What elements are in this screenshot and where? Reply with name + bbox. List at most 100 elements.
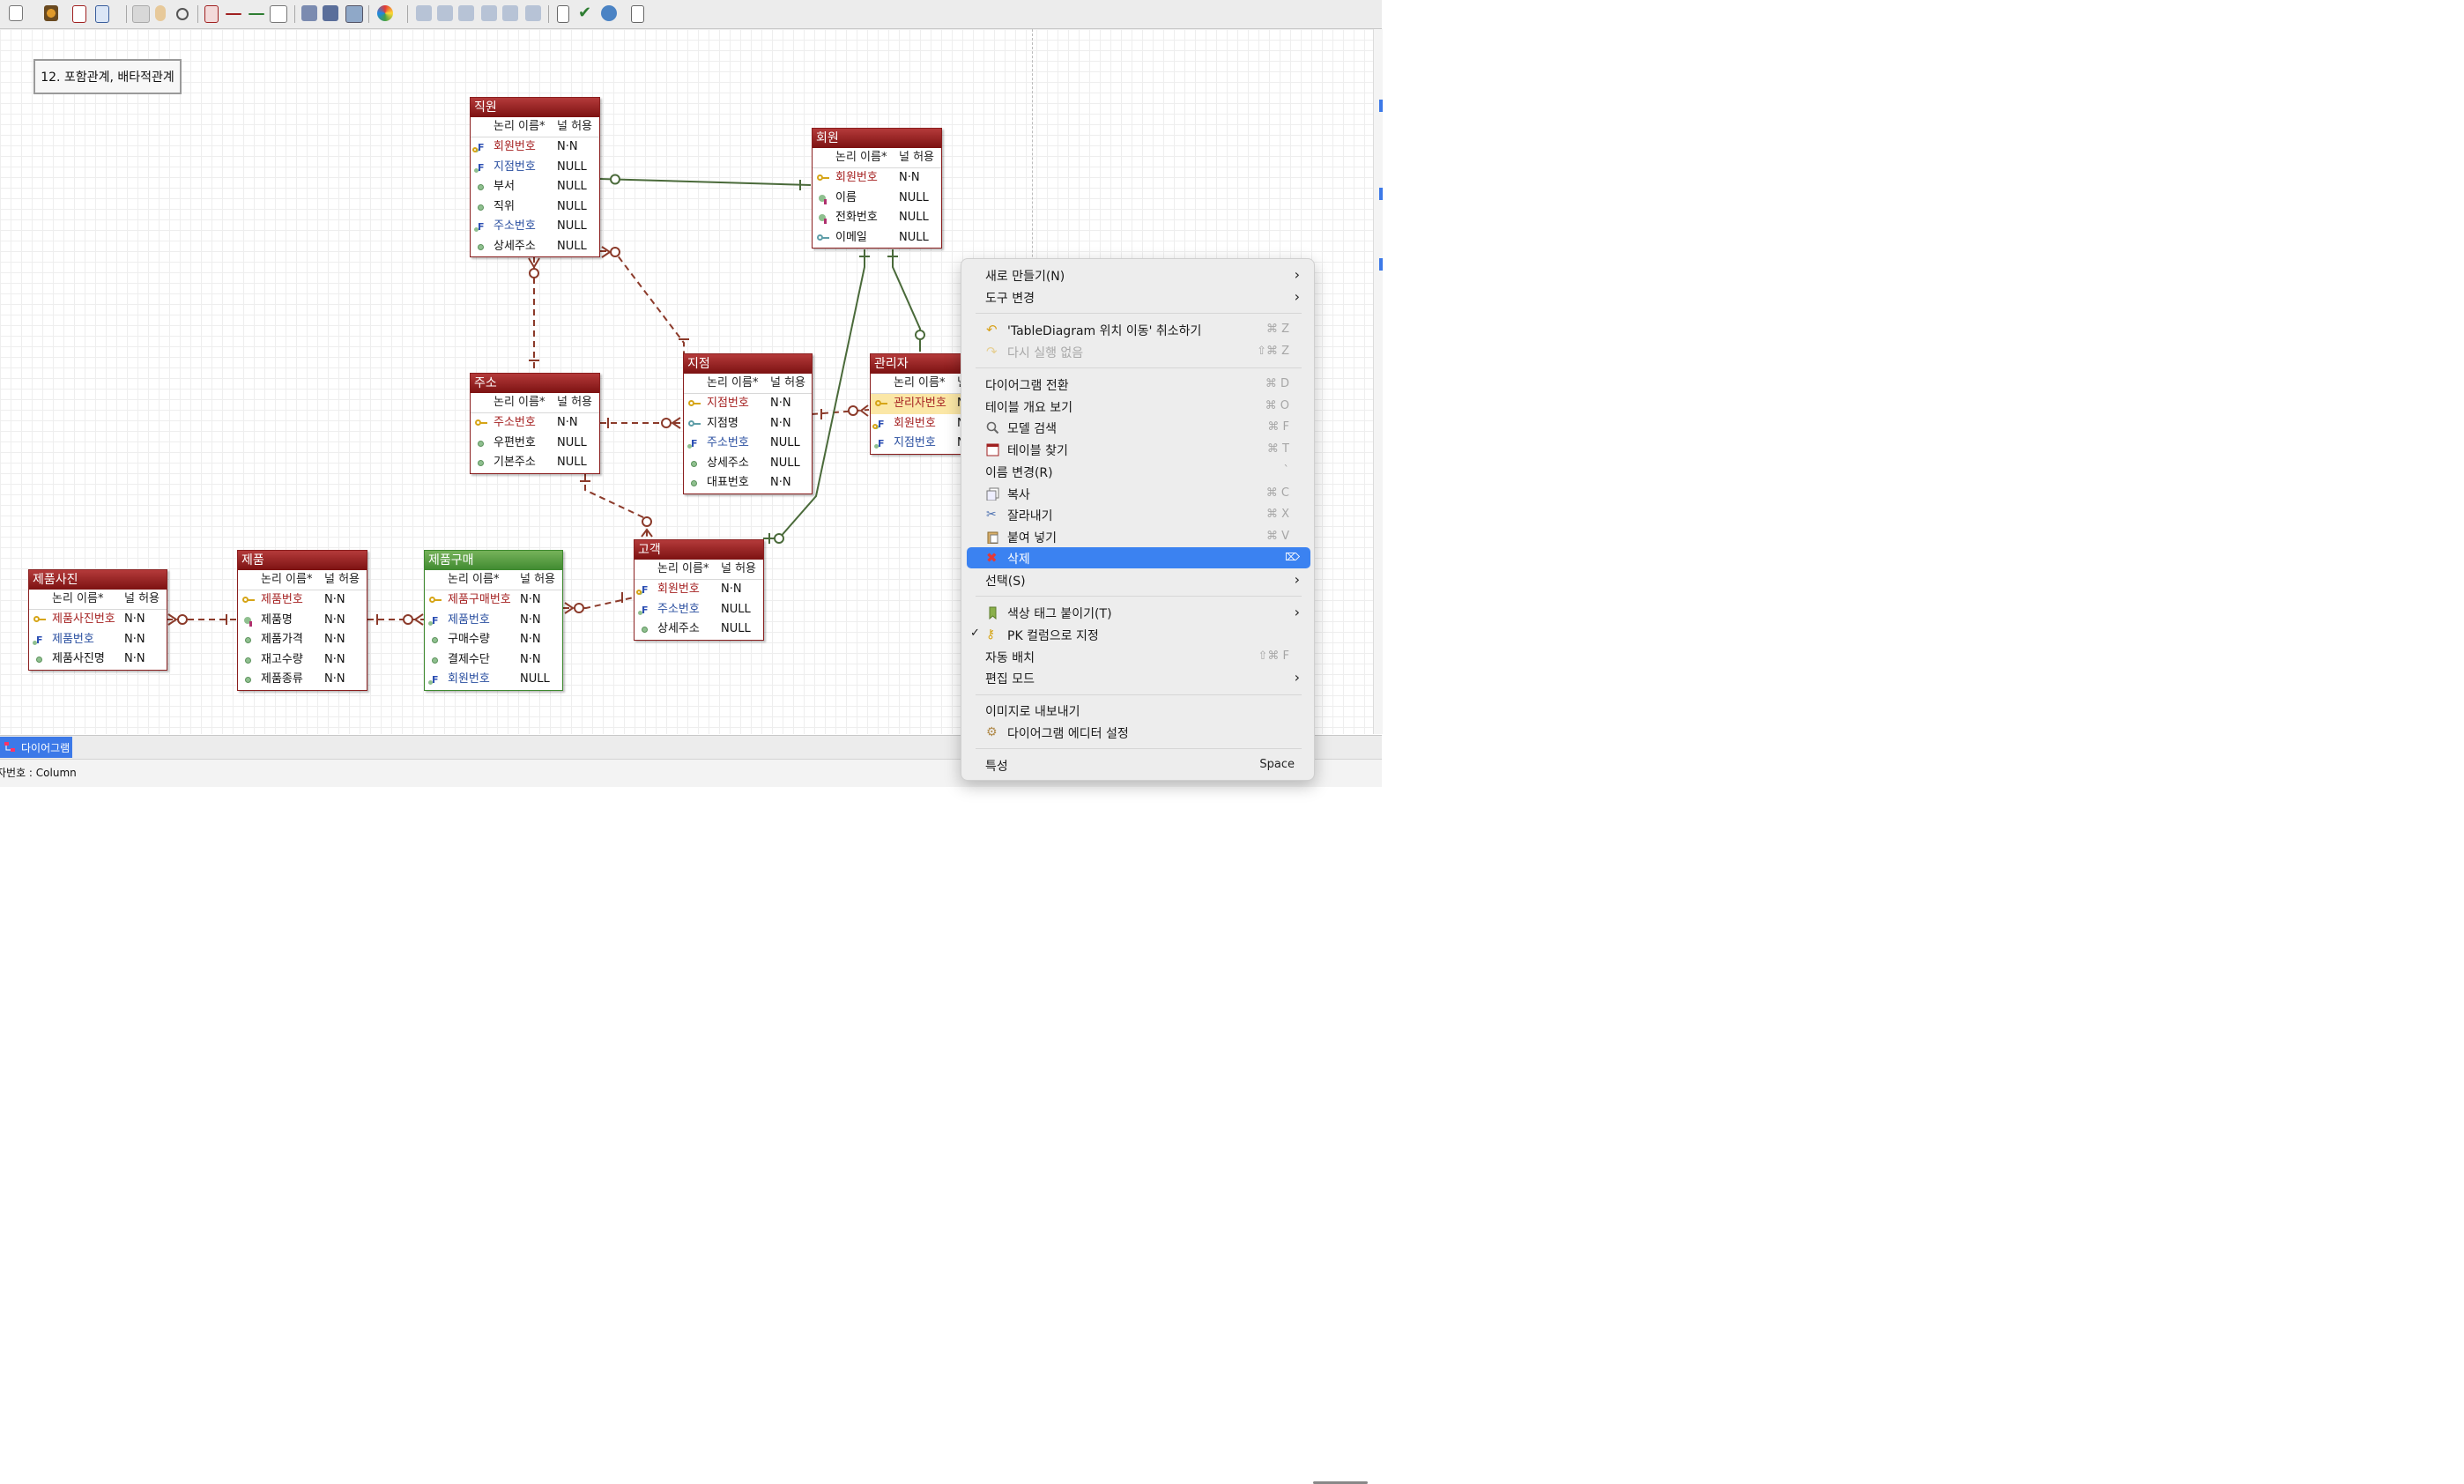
align-center-icon[interactable] — [437, 5, 453, 21]
column-row[interactable]: F 주소번호 NULL — [635, 600, 763, 620]
export-icon[interactable] — [301, 5, 317, 21]
entity-product[interactable]: 제품 논리 이름* 널 허용 제품번호 N·N 제품명 N·N 제품가격 N·N 재고수… — [237, 550, 367, 691]
comment-icon[interactable] — [270, 5, 287, 23]
column-row[interactable]: 상세주소 NULL — [471, 237, 599, 257]
column-row[interactable]: 재고수량 N·N — [238, 650, 367, 671]
column-row[interactable]: 부서 NULL — [471, 177, 599, 197]
column-row[interactable]: F 회원번호 N·N — [471, 137, 599, 158]
align-right-icon[interactable] — [458, 5, 474, 21]
menu-item-change-tool[interactable]: 도구 변경 › — [967, 286, 1310, 308]
rel-employee-branch — [600, 250, 685, 353]
column-row[interactable]: 지점번호 N·N — [684, 394, 812, 414]
column-row[interactable]: 결제수단 N·N — [425, 650, 562, 671]
menu-item-switch-diagram[interactable]: 다이어그램 전환 ⌘ D — [967, 374, 1310, 395]
menu-item-properties[interactable]: 특성 Space — [967, 754, 1310, 775]
entity-member[interactable]: 회원 논리 이름* 널 허용 회원번호 N·N 이름 NULL 전화번호 NULL 이메… — [812, 128, 942, 249]
menu-item-select[interactable]: 선택(S) › — [967, 569, 1310, 590]
column-row[interactable]: F 주소번호 NULL — [684, 434, 812, 454]
menu-item-undo[interactable]: ↶ 'TableDiagram 위치 이동' 취소하기 ⌘ Z — [967, 319, 1310, 340]
align-top-icon[interactable] — [481, 5, 497, 21]
relation-line-icon[interactable] — [226, 13, 241, 15]
column-row[interactable]: 제품구매번호 N·N — [425, 590, 562, 611]
column-row[interactable]: 회원번호 N·N — [813, 168, 941, 189]
zoom-icon[interactable] — [176, 8, 189, 20]
menu-item-rename[interactable]: 이름 변경(R) ` — [967, 461, 1310, 482]
menu-item-delete[interactable]: ✖ 삭제 ⌦ — [967, 547, 1310, 568]
document-icon[interactable] — [557, 5, 569, 23]
column-icon — [691, 460, 697, 467]
column-row[interactable]: F 지점번호 NULL — [471, 158, 599, 178]
column-row[interactable]: 제품가격 N·N — [238, 630, 367, 650]
menu-item-model-search[interactable]: 모델 검색 ⌘ F — [967, 417, 1310, 438]
fk-icon: F — [874, 439, 888, 449]
tab-diagram[interactable]: 다이어그램 — [0, 737, 72, 758]
entity-branch[interactable]: 지점 논리 이름* 널 허용 지점번호 N·N 지점명 N·N F 주소번호 NULL 상… — [683, 353, 813, 494]
menu-item-auto-layout[interactable]: 자동 배치 ⇧⌘ F — [967, 646, 1310, 667]
menu-item-color-tag[interactable]: 색상 태그 붙이기(T) › — [967, 602, 1310, 623]
menu-item-redo: ↷ 다시 실행 없음 ⇧⌘ Z — [986, 344, 1289, 360]
hand-icon[interactable] — [155, 5, 166, 21]
menu-item-new[interactable]: 새로 만들기(N) › — [967, 264, 1310, 286]
vertical-scrollbar[interactable] — [1373, 29, 1383, 734]
relation-arrow-icon[interactable] — [249, 13, 264, 15]
table-icon[interactable] — [72, 5, 86, 23]
column-row[interactable]: F 주소번호 NULL — [471, 217, 599, 237]
column-row[interactable]: 기본주소 NULL — [471, 453, 599, 473]
column-row[interactable]: 제품사진명 N·N — [29, 649, 167, 670]
column-row[interactable]: 대표번호 N·N — [684, 473, 812, 493]
column-row[interactable]: 이름 NULL — [813, 189, 941, 209]
alternate-key-icon — [688, 419, 701, 427]
settings-icon[interactable] — [631, 5, 644, 23]
align-bottom-icon[interactable] — [525, 5, 541, 21]
column-row[interactable]: 전화번호 NULL — [813, 208, 941, 228]
align-left-icon[interactable] — [416, 5, 432, 21]
new-table-icon[interactable] — [204, 5, 219, 23]
column-row[interactable]: 상세주소 NULL — [684, 454, 812, 474]
fk-icon: F — [687, 439, 701, 449]
entity-product-purchase[interactable]: 제품구매 논리 이름* 널 허용 제품구매번호 N·N F 제품번호 N·N 구매수량 N… — [424, 550, 563, 691]
entity-product-photo[interactable]: 제품사진 논리 이름* 널 허용 제품사진번호 N·N F 제품번호 N·N 제품사진명… — [28, 569, 167, 671]
column-row[interactable]: 구매수량 N·N — [425, 630, 562, 650]
rel-photo-product-opt — [177, 614, 188, 625]
entity-employee[interactable]: 직원 논리 이름* 널 허용 F 회원번호 N·N F 지점번호 NULL 부서 NULL … — [470, 97, 600, 257]
menu-item-paste[interactable]: 붙여 넣기 ⌘ V — [967, 526, 1310, 547]
palette-icon[interactable] — [44, 5, 58, 21]
column-row[interactable]: F 제품번호 N·N — [29, 630, 167, 650]
column-row[interactable]: 지점명 N·N — [684, 414, 812, 434]
menu-item-table-overview[interactable]: 테이블 개요 보기 ⌘ O — [967, 396, 1310, 417]
column-row[interactable]: 직위 NULL — [471, 197, 599, 218]
column-row[interactable]: 주소번호 N·N — [471, 413, 599, 434]
pointer-icon[interactable] — [132, 5, 150, 23]
menu-item-edit-mode[interactable]: 편집 모드 › — [967, 667, 1310, 688]
entity-address[interactable]: 주소 논리 이름* 널 허용 주소번호 N·N 우편번호 NULL 기본주소 NULL — [470, 373, 600, 474]
column-header: 논리 이름*널 허용 — [471, 393, 599, 413]
align-middle-icon[interactable] — [502, 5, 518, 21]
column-row[interactable]: 제품번호 N·N — [238, 590, 367, 611]
column-row[interactable]: F 제품번호 N·N — [425, 611, 562, 631]
chevron-right-icon: › — [1294, 288, 1300, 305]
entity-customer[interactable]: 고객 논리 이름* 널 허용 F 회원번호 N·N F 주소번호 NULL 상세주소 NUL… — [634, 539, 764, 641]
print-icon[interactable] — [323, 5, 338, 21]
menu-item-find-table[interactable]: 테이블 찾기 ⌘ T — [967, 439, 1310, 460]
column-row[interactable]: 제품종류 N·N — [238, 670, 367, 690]
status-text: 자번호 : Column — [0, 767, 77, 779]
column-row[interactable]: F 회원번호 NULL — [425, 670, 562, 690]
menu-item-set-pk[interactable]: ✓ ⚷ PK 컬럼으로 지정 — [967, 624, 1310, 645]
menu-item-copy[interactable]: 복사 ⌘ C — [967, 483, 1310, 504]
column-row[interactable]: 우편번호 NULL — [471, 434, 599, 454]
column-row[interactable]: 제품사진번호 N·N — [29, 610, 167, 630]
validate-icon[interactable]: ✔ — [578, 5, 594, 21]
column-row[interactable]: 상세주소 NULL — [635, 620, 763, 640]
image-icon[interactable] — [345, 5, 363, 23]
menu-item-export-image[interactable]: 이미지로 내보내기 — [967, 700, 1310, 721]
column-row[interactable]: F 회원번호 N·N — [635, 580, 763, 600]
menu-item-cut[interactable]: ✂ 잘라내기 ⌘ X — [967, 504, 1310, 525]
column-row[interactable]: 제품명 N·N — [238, 611, 367, 631]
sync-icon[interactable] — [601, 5, 617, 21]
column-row[interactable]: 이메일 NULL — [813, 228, 941, 249]
page-icon[interactable] — [95, 5, 109, 23]
menu-item-editor-settings[interactable]: ⚙ 다이어그램 에디터 설정 — [967, 722, 1310, 743]
select-tool-icon[interactable] — [9, 5, 23, 21]
color-icon[interactable] — [377, 5, 393, 21]
rel-employee-member-opt — [610, 174, 620, 185]
